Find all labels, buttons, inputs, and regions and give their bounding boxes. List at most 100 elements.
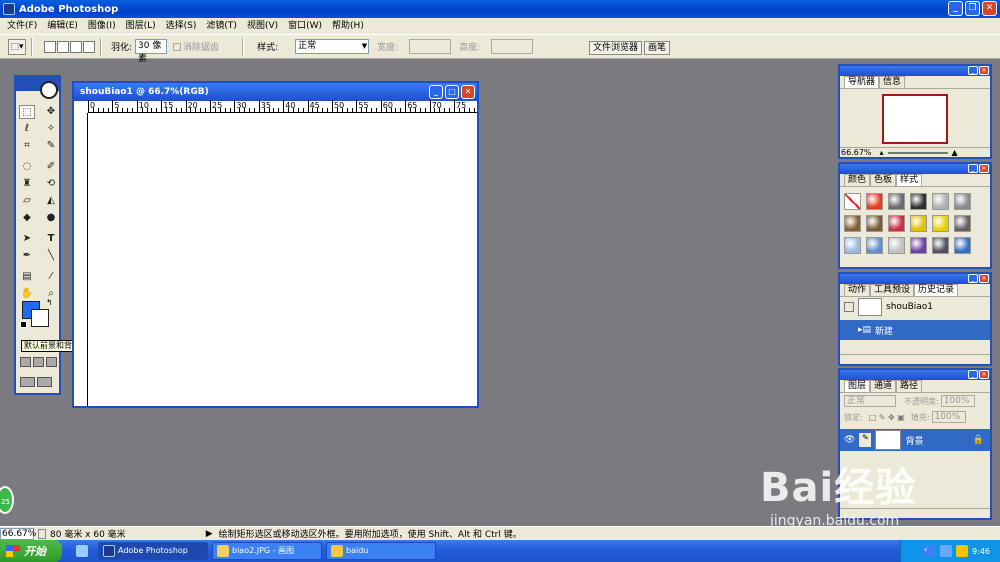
canvas[interactable] <box>88 113 477 406</box>
status-zoom-input[interactable]: 66.67% <box>0 527 36 540</box>
style-swatch[interactable] <box>954 215 971 232</box>
tab-swatches[interactable]: 色板 <box>870 174 897 186</box>
clock[interactable]: 9:46 <box>972 547 990 556</box>
style-swatch[interactable] <box>910 193 927 210</box>
hand-tool-icon[interactable]: ✋ <box>19 287 35 301</box>
layer-row[interactable]: 👁 ✎ 背景 🔒 <box>840 429 990 451</box>
panel-minimize-button[interactable]: _ <box>968 66 978 75</box>
new-selection-icon[interactable] <box>44 40 56 53</box>
tab-actions[interactable]: 动作 <box>844 284 871 296</box>
clone-stamp-icon[interactable]: ♜ <box>19 177 35 191</box>
style-swatch[interactable] <box>844 215 861 232</box>
menu-window[interactable]: 窗口(W) <box>283 18 327 34</box>
blur-tool-icon[interactable]: ◆ <box>19 211 35 225</box>
panel-close-button[interactable]: ✕ <box>979 370 989 379</box>
intersect-selection-icon[interactable] <box>83 40 95 53</box>
menu-filter[interactable]: 滤镜(T) <box>201 18 242 34</box>
brush-link-icon[interactable]: ✎ <box>859 433 872 447</box>
panel-header[interactable]: _ ✕ <box>840 274 990 284</box>
panel-close-button[interactable]: ✕ <box>979 66 989 75</box>
panel-minimize-button[interactable]: _ <box>968 370 978 379</box>
document-title-bar[interactable]: shouBiao1 @ 66.7%(RGB) <box>74 83 477 101</box>
slice-tool-icon[interactable]: ✎ <box>43 139 59 153</box>
navigator-preview[interactable] <box>882 94 948 144</box>
tab-info[interactable]: 信息 <box>879 76 906 88</box>
fill-input[interactable]: 100% <box>931 411 966 423</box>
tool-preset-picker[interactable]: ⬚▾ <box>8 38 26 55</box>
style-swatch[interactable] <box>888 237 905 254</box>
tab-channels[interactable]: 通道 <box>870 380 897 392</box>
style-swatch[interactable] <box>932 215 949 232</box>
zoom-in-icon[interactable]: ▲ <box>952 148 958 157</box>
task-paint[interactable]: biao2.JPG - 画图 <box>212 542 322 560</box>
tab-brushes[interactable]: 画笔 <box>643 41 670 55</box>
minimize-button[interactable]: _ <box>948 1 963 16</box>
move-tool-icon[interactable]: ✥ <box>43 105 59 119</box>
tab-navigator[interactable]: 导航器 <box>844 76 880 88</box>
panel-header[interactable]: _ ✕ <box>840 164 990 174</box>
style-swatch[interactable] <box>932 237 949 254</box>
eye-icon[interactable]: 👁 <box>844 435 855 445</box>
task-folder[interactable]: baidu <box>326 542 436 560</box>
style-swatch[interactable] <box>932 193 949 210</box>
adobe-online-icon[interactable] <box>40 81 58 99</box>
notification-badge[interactable]: 25 <box>0 486 14 514</box>
menu-view[interactable]: 视图(V) <box>242 18 283 34</box>
style-select[interactable]: 正常 ▼ <box>295 39 370 54</box>
panel-minimize-button[interactable]: _ <box>968 274 978 283</box>
screen-mode-icon[interactable] <box>46 357 57 367</box>
paint-bucket-icon[interactable]: ◭ <box>43 194 59 208</box>
style-swatch[interactable] <box>888 193 905 210</box>
vertical-ruler[interactable] <box>74 113 88 406</box>
tab-paths[interactable]: 路径 <box>896 380 923 392</box>
tab-styles[interactable]: 样式 <box>896 174 923 186</box>
doc-minimize-button[interactable]: _ <box>429 85 443 99</box>
menu-select[interactable]: 选择(S) <box>161 18 202 34</box>
zoom-out-icon[interactable]: ▴ <box>880 148 884 157</box>
status-menu-icon[interactable]: ▶ <box>206 529 213 539</box>
crop-tool-icon[interactable]: ⌗ <box>19 139 35 153</box>
tab-history[interactable]: 历史记录 <box>914 284 959 296</box>
antialias-checkbox[interactable] <box>173 42 182 51</box>
lasso-tool-icon[interactable]: ℓ <box>19 122 35 136</box>
doc-close-button[interactable]: ✕ <box>461 85 475 99</box>
style-swatch[interactable] <box>844 237 861 254</box>
background-color-swatch[interactable] <box>31 309 49 327</box>
fullscreen-menu-icon[interactable] <box>20 377 35 387</box>
subtract-selection-icon[interactable] <box>70 40 82 53</box>
swap-colors-icon[interactable]: ↰ <box>46 298 53 307</box>
tray-network-icon[interactable] <box>940 545 953 557</box>
tab-tool-presets[interactable]: 工具预设 <box>870 284 915 296</box>
panel-header[interactable]: _ ✕ <box>840 370 990 380</box>
lock-icons[interactable]: □ ✎ ✥ ▣ <box>869 413 905 422</box>
style-swatch[interactable] <box>954 193 971 210</box>
zoom-slider[interactable] <box>887 151 948 154</box>
imageready-jump-icon[interactable] <box>37 377 52 387</box>
quickmask-mode-icon[interactable] <box>33 357 44 367</box>
menu-file[interactable]: 文件(F) <box>2 18 42 34</box>
magic-wand-icon[interactable]: ✧ <box>43 122 59 136</box>
width-input[interactable] <box>409 39 452 54</box>
tab-file-browser[interactable]: 文件浏览器 <box>588 41 642 55</box>
ruler-origin[interactable] <box>74 101 88 113</box>
doc-maximize-button[interactable]: □ <box>445 85 459 99</box>
style-swatch[interactable] <box>866 237 883 254</box>
healing-brush-icon[interactable]: ◌ <box>19 160 35 174</box>
history-state[interactable]: ▸▤ 新建 <box>840 320 990 340</box>
style-swatch[interactable] <box>866 193 883 210</box>
tab-layers[interactable]: 图层 <box>844 380 871 392</box>
close-button[interactable]: ✕ <box>982 1 997 16</box>
height-input[interactable] <box>491 39 534 54</box>
eyedropper-icon[interactable]: ⁄ <box>43 270 59 284</box>
task-photoshop[interactable]: Adobe Photoshop <box>98 542 208 560</box>
tray-arrow-icon[interactable]: ‹ <box>924 545 937 557</box>
menu-layer[interactable]: 图层(L) <box>121 18 161 34</box>
marquee-tool-icon[interactable]: ⬚ <box>19 104 35 119</box>
history-brush-icon[interactable]: ⟲ <box>43 177 59 191</box>
menu-help[interactable]: 帮助(H) <box>327 18 369 34</box>
panel-close-button[interactable]: ✕ <box>979 164 989 173</box>
feather-input[interactable]: 30 像素 <box>135 39 168 64</box>
opacity-input[interactable]: 100% <box>940 395 975 407</box>
brush-tool-icon[interactable]: ✐ <box>43 160 59 174</box>
status-arrow-icon[interactable] <box>38 528 46 539</box>
